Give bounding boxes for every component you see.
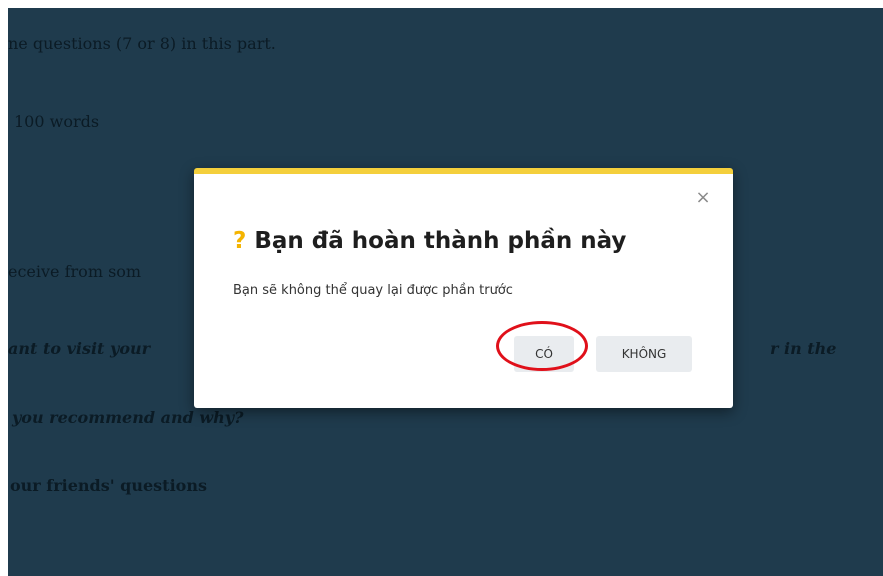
question-mark-icon: ? (233, 228, 247, 254)
background-text-line-3: eceive from som (8, 262, 142, 281)
background-text-line-4: ant to visit your (8, 339, 151, 358)
close-icon[interactable]: × (693, 188, 713, 208)
background-text-line-6: our friends' questions (10, 476, 207, 495)
confirm-dialog: × ? Bạn đã hoàn thành phần này Bạn sẽ khô… (194, 168, 733, 408)
yes-button[interactable]: CÓ (514, 336, 574, 372)
dialog-title: ? Bạn đã hoàn thành phần này (233, 228, 626, 254)
page: ne questions (7 or 8) in this part. 100 … (0, 0, 883, 576)
background-text-line-4-right: r in the (770, 339, 837, 358)
no-button[interactable]: KHÔNG (596, 336, 692, 372)
background-text-line-5: you recommend and why? (12, 408, 244, 427)
background-text-line-1: ne questions (7 or 8) in this part. (8, 34, 276, 53)
dialog-title-text: Bạn đã hoàn thành phần này (254, 228, 627, 254)
background-text-line-2: 100 words (14, 112, 100, 131)
dialog-message: Bạn sẽ không thể quay lại được phần trướ… (233, 283, 513, 298)
